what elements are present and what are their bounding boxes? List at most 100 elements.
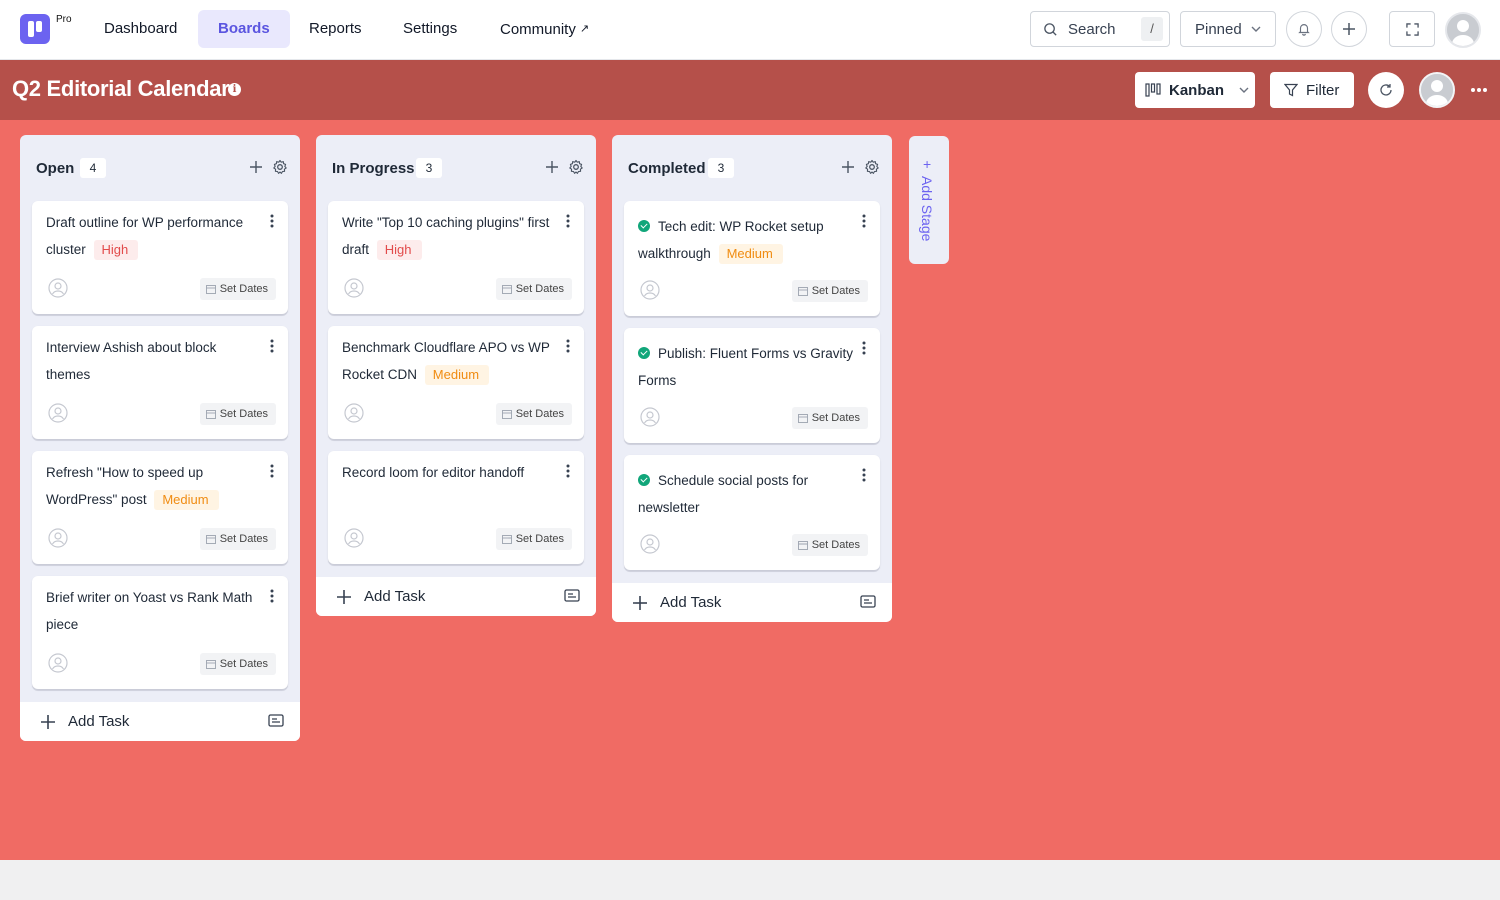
nav-settings[interactable]: Settings: [391, 10, 469, 48]
column-title: Open: [36, 160, 75, 177]
fullscreen-button[interactable]: [1389, 11, 1435, 47]
nav-boards[interactable]: Boards: [198, 10, 290, 48]
search-shortcut: /: [1141, 17, 1163, 41]
plus-icon: [336, 589, 352, 605]
app-logo[interactable]: [20, 14, 50, 44]
check-circle-icon: [638, 347, 650, 359]
assignee-user-icon[interactable]: [344, 528, 364, 548]
task-more-icon[interactable]: [270, 589, 278, 603]
set-dates-button[interactable]: Set Dates: [791, 534, 868, 556]
create-button[interactable]: [1331, 11, 1367, 47]
column-settings-gear-icon[interactable]: [864, 159, 882, 177]
task-title: Schedule social posts for newsletter: [638, 473, 809, 515]
set-dates-button[interactable]: Set Dates: [495, 528, 572, 550]
task-card[interactable]: Refresh "How to speed up WordPress" post…: [32, 451, 288, 564]
pinned-label: Pinned: [1195, 20, 1242, 38]
assignee-user-icon[interactable]: [48, 278, 68, 298]
assignee-user-icon[interactable]: [640, 407, 660, 427]
task-card[interactable]: Draft outline for WP performance cluster…: [32, 201, 288, 314]
task-title-wrap: Write "Top 10 caching plugins" first dra…: [342, 209, 560, 263]
refresh-button[interactable]: [1368, 72, 1404, 108]
nav-dashboard[interactable]: Dashboard: [92, 10, 189, 48]
set-dates-label: Set Dates: [811, 412, 860, 424]
calendar-icon: [797, 540, 808, 550]
set-dates-button[interactable]: Set Dates: [199, 528, 276, 550]
plus-icon: [632, 595, 648, 611]
external-link-icon: ↗: [579, 23, 590, 35]
plus-icon: [1343, 23, 1355, 35]
add-task-footer[interactable]: Add Task: [20, 701, 300, 741]
card-template-icon[interactable]: [860, 595, 876, 609]
assignee-user-icon[interactable]: [344, 403, 364, 423]
assignee-user-icon[interactable]: [344, 278, 364, 298]
add-task-footer[interactable]: Add Task: [612, 582, 892, 622]
task-more-icon[interactable]: [862, 468, 870, 482]
task-card[interactable]: Brief writer on Yoast vs Rank Math piece…: [32, 576, 288, 689]
board-member-avatar[interactable]: [1419, 72, 1455, 108]
card-template-icon[interactable]: [564, 589, 580, 603]
set-dates-label: Set Dates: [219, 658, 268, 670]
calendar-icon: [501, 284, 512, 294]
add-task-footer[interactable]: Add Task: [316, 576, 596, 616]
view-selector[interactable]: Kanban: [1135, 72, 1255, 108]
info-icon[interactable]: i: [228, 83, 241, 96]
task-more-icon[interactable]: [566, 214, 574, 228]
task-more-icon[interactable]: [566, 464, 574, 478]
column-add-task-icon[interactable]: [248, 159, 266, 177]
pinned-dropdown[interactable]: Pinned: [1180, 11, 1276, 47]
assignee-user-icon[interactable]: [48, 528, 68, 548]
assignee-user-icon[interactable]: [640, 280, 660, 300]
task-card[interactable]: Tech edit: WP Rocket setup walkthrough M…: [624, 201, 880, 316]
nav-community[interactable]: Community ↗: [488, 10, 601, 48]
add-stage-button[interactable]: + Add Stage: [909, 136, 949, 264]
notifications-button[interactable]: [1286, 11, 1322, 47]
task-card[interactable]: Publish: Fluent Forms vs Gravity Forms Se…: [624, 328, 880, 443]
assignee-user-icon[interactable]: [48, 653, 68, 673]
column-add-task-icon[interactable]: [544, 159, 562, 177]
task-card[interactable]: Benchmark Cloudflare APO vs WP Rocket CD…: [328, 326, 584, 439]
task-more-icon[interactable]: [270, 464, 278, 478]
add-task-label: Add Task: [364, 588, 426, 605]
task-title-wrap: Interview Ashish about block themes: [46, 334, 264, 388]
set-dates-button[interactable]: Set Dates: [495, 278, 572, 300]
task-more-icon[interactable]: [862, 341, 870, 355]
add-stage-label: Add Stage: [919, 176, 935, 242]
column-settings-gear-icon[interactable]: [272, 159, 290, 177]
board-more-button[interactable]: [1467, 80, 1491, 100]
set-dates-button[interactable]: Set Dates: [495, 403, 572, 425]
column-add-task-icon[interactable]: [840, 159, 858, 177]
column-completed: Completed 3 Tech edit: WP Rocket setup wal…: [612, 135, 892, 622]
user-avatar-icon: [1421, 74, 1453, 106]
nav-reports[interactable]: Reports: [297, 10, 374, 48]
assignee-user-icon[interactable]: [48, 403, 68, 423]
task-more-icon[interactable]: [270, 214, 278, 228]
task-card[interactable]: Record loom for editor handoff Set Dates: [328, 451, 584, 564]
task-card[interactable]: Write "Top 10 caching plugins" first dra…: [328, 201, 584, 314]
column-settings-gear-icon[interactable]: [568, 159, 586, 177]
set-dates-button[interactable]: Set Dates: [791, 280, 868, 302]
task-more-icon[interactable]: [566, 339, 574, 353]
calendar-icon: [205, 409, 216, 419]
task-card[interactable]: Schedule social posts for newsletter Set …: [624, 455, 880, 570]
filter-icon: [1284, 83, 1298, 97]
set-dates-label: Set Dates: [219, 533, 268, 545]
kanban-icon: [1145, 83, 1161, 97]
task-more-icon[interactable]: [270, 339, 278, 353]
set-dates-button[interactable]: Set Dates: [199, 653, 276, 675]
assignee-user-icon[interactable]: [640, 534, 660, 554]
set-dates-button[interactable]: Set Dates: [199, 278, 276, 300]
user-avatar[interactable]: [1445, 12, 1481, 48]
search-button[interactable]: Search /: [1030, 11, 1170, 47]
filter-button[interactable]: Filter: [1270, 72, 1354, 108]
column-title: Completed: [628, 160, 706, 177]
set-dates-label: Set Dates: [219, 283, 268, 295]
board-area: + Add Stage Open 4 Draft outline for WP pe…: [0, 120, 1500, 860]
check-circle-icon: [638, 220, 650, 232]
add-task-label: Add Task: [68, 713, 130, 730]
card-template-icon[interactable]: [268, 714, 284, 728]
set-dates-button[interactable]: Set Dates: [199, 403, 276, 425]
task-more-icon[interactable]: [862, 214, 870, 228]
more-horizontal-icon: [1471, 88, 1487, 92]
task-card[interactable]: Interview Ashish about block themes Set D…: [32, 326, 288, 439]
set-dates-button[interactable]: Set Dates: [791, 407, 868, 429]
